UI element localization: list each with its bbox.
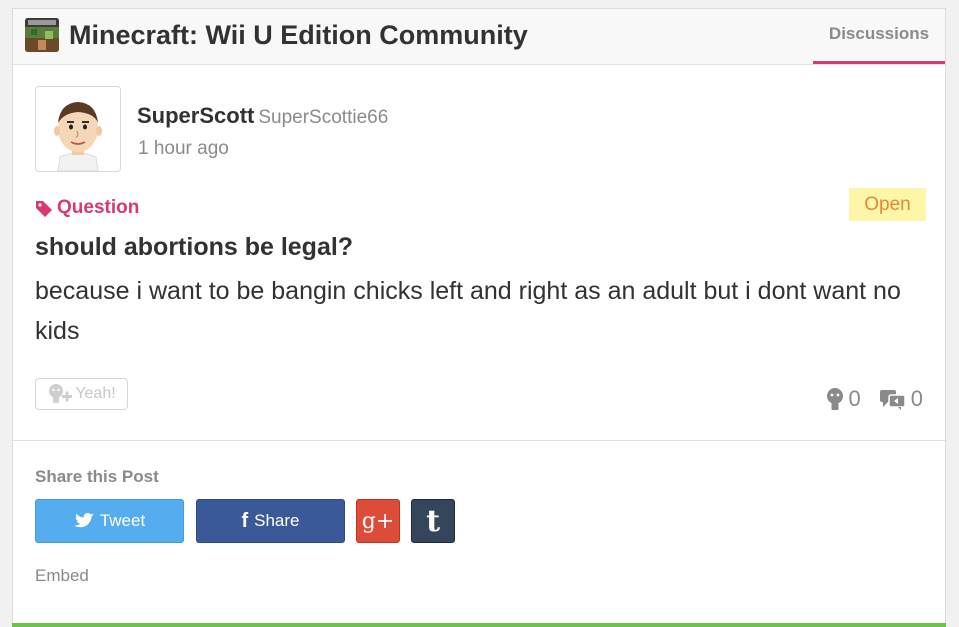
facebook-share-button[interactable]: f Share: [196, 499, 345, 543]
tumblr-button[interactable]: t: [411, 499, 455, 543]
twitter-bird-icon: [73, 513, 94, 528]
yeah-button[interactable]: Yeah!: [35, 378, 128, 410]
tag-icon: [36, 201, 52, 217]
community-header: Minecraft: Wii U Edition Community Discu…: [13, 9, 945, 65]
reply-count-value: 0: [910, 386, 923, 411]
reply-icon: [879, 390, 906, 410]
yeah-icon: [49, 384, 73, 403]
share-heading: Share this Post: [35, 467, 159, 486]
google-plus-button[interactable]: g+: [356, 499, 400, 543]
embed-link[interactable]: Embed: [35, 566, 89, 586]
post-author: SuperScott SuperScottie66: [137, 103, 388, 129]
post-card: Minecraft: Wii U Edition Community Discu…: [12, 8, 946, 627]
divider: [13, 440, 945, 441]
user-avatar[interactable]: [35, 86, 121, 172]
reply-count[interactable]: 0: [879, 386, 923, 412]
tab-discussions[interactable]: Discussions: [813, 9, 945, 64]
google-plus-icon: g+: [361, 508, 395, 534]
footer-accent-bar: [12, 623, 946, 627]
post-timestamp[interactable]: 1 hour ago: [138, 138, 229, 160]
yeah-label: Yeah!: [75, 385, 116, 402]
tag-label: Question: [57, 197, 140, 218]
empathy-count-value: 0: [848, 386, 861, 411]
mii-avatar: [36, 87, 120, 171]
post-body: because i want to be bangin chicks left …: [35, 277, 901, 345]
post-title: should abortions be legal?: [35, 233, 354, 261]
author-id: SuperScottie66: [258, 107, 389, 128]
facebook-f-icon: f: [241, 509, 249, 532]
empathy-count[interactable]: 0: [825, 386, 861, 412]
tweet-button[interactable]: Tweet: [35, 499, 184, 543]
post-counts: 0 0: [825, 386, 923, 412]
facebook-share-label: Share: [254, 511, 300, 530]
empathy-icon: [826, 388, 843, 410]
minecraft-community-icon[interactable]: [25, 18, 59, 52]
author-name[interactable]: SuperScott: [137, 103, 254, 128]
tumblr-icon: t: [426, 503, 440, 539]
status-badge: Open: [849, 188, 926, 221]
community-title[interactable]: Minecraft: Wii U Edition Community: [69, 18, 528, 52]
tweet-label: Tweet: [99, 511, 146, 530]
post-tag: Question: [35, 197, 139, 219]
